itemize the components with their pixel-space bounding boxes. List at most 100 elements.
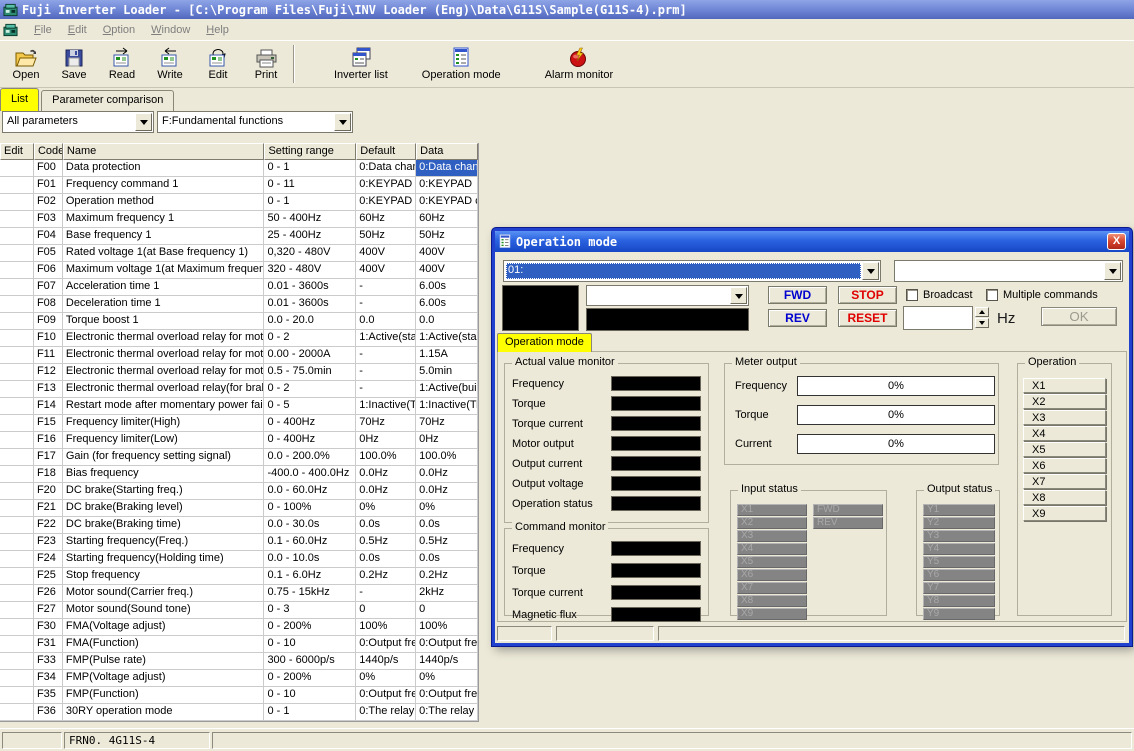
table-row[interactable]: F23 Starting frequency(Freq.) 0.1 - 60.0… [0, 534, 478, 551]
terminal-button[interactable]: X1 [1023, 378, 1106, 393]
table-row[interactable]: F35 FMP(Function) 0 - 10 0:Output fre 0:… [0, 687, 478, 704]
read-button[interactable]: Read [98, 42, 146, 86]
terminal-button[interactable]: X4 [1023, 426, 1106, 441]
parameter-filter-select[interactable]: All parameters [2, 111, 154, 133]
table-row[interactable]: F30 FMA(Voltage adjust) 0 - 200% 100% 10… [0, 619, 478, 636]
chevron-down-icon[interactable] [1104, 262, 1121, 280]
cell-data[interactable]: 0.0s [416, 551, 478, 568]
table-row[interactable]: F26 Motor sound(Carrier freq.) 0.75 - 15… [0, 585, 478, 602]
terminal-button[interactable]: X8 [1023, 490, 1106, 505]
cell-data[interactable]: 0Hz [416, 432, 478, 449]
function-group-select[interactable]: F:Fundamental functions [157, 111, 353, 133]
write-button[interactable]: Write [146, 42, 194, 86]
chevron-down-icon[interactable] [334, 113, 351, 131]
cell-data[interactable]: 1:Inactive(Tr [416, 398, 478, 415]
column-header-data[interactable]: Data [416, 143, 478, 160]
close-icon[interactable]: X [1107, 233, 1126, 250]
column-header-code[interactable]: Code [34, 143, 63, 160]
frequency-input[interactable] [903, 306, 973, 330]
cell-data[interactable]: 0:Data chan [416, 160, 478, 177]
stop-button[interactable]: STOP [838, 286, 897, 304]
tab-parameter-comparison[interactable]: Parameter comparison [41, 90, 174, 111]
menu-item[interactable]: Window [143, 22, 198, 38]
menu-item[interactable]: Help [198, 22, 237, 38]
table-row[interactable]: F01 Frequency command 1 0 - 11 0:KEYPAD … [0, 177, 478, 194]
inverter-list-button[interactable]: Inverter list [320, 42, 402, 86]
table-row[interactable]: F03 Maximum frequency 1 50 - 400Hz 60Hz … [0, 211, 478, 228]
table-row[interactable]: F16 Frequency limiter(Low) 0 - 400Hz 0Hz… [0, 432, 478, 449]
table-row[interactable]: F11 Electronic thermal overload relay fo… [0, 347, 478, 364]
table-row[interactable]: F25 Stop frequency 0.1 - 6.0Hz 0.2Hz 0.2… [0, 568, 478, 585]
table-row[interactable]: F27 Motor sound(Sound tone) 0 - 3 0 0 [0, 602, 478, 619]
secondary-select[interactable] [894, 260, 1123, 282]
cell-data[interactable]: 0.5Hz [416, 534, 478, 551]
tab-list[interactable]: List [0, 88, 39, 111]
broadcast-checkbox[interactable]: Broadcast [906, 288, 973, 301]
table-row[interactable]: F12 Electronic thermal overload relay fo… [0, 364, 478, 381]
fwd-button[interactable]: FWD [768, 286, 827, 304]
cell-data[interactable]: 6.00s [416, 296, 478, 313]
cell-data[interactable]: 100% [416, 619, 478, 636]
table-row[interactable]: F00 Data protection 0 - 1 0:Data chan 0:… [0, 160, 478, 177]
station-select[interactable]: 01: [503, 260, 881, 282]
table-row[interactable]: F05 Rated voltage 1(at Base frequency 1)… [0, 245, 478, 262]
cell-data[interactable]: 0.0s [416, 517, 478, 534]
terminal-button[interactable]: X5 [1023, 442, 1106, 457]
cell-data[interactable]: 0 [416, 602, 478, 619]
cell-data[interactable]: 0:Output fre [416, 687, 478, 704]
cell-data[interactable]: 100.0% [416, 449, 478, 466]
tab-operation-mode[interactable]: Operation mode [497, 333, 592, 352]
chevron-down-icon[interactable] [730, 287, 747, 304]
save-button[interactable]: Save [50, 42, 98, 86]
spin-up-icon[interactable] [975, 307, 989, 317]
menu-item[interactable]: Option [95, 22, 143, 38]
cell-data[interactable]: 0:KEYPAD c [416, 194, 478, 211]
menu-item[interactable]: Edit [60, 22, 95, 38]
table-row[interactable]: F09 Torque boost 1 0.0 - 20.0 0.0 0.0 [0, 313, 478, 330]
terminal-button[interactable]: X3 [1023, 410, 1106, 425]
column-header-edit[interactable]: Edit [0, 143, 34, 160]
terminal-button[interactable]: X2 [1023, 394, 1106, 409]
table-row[interactable]: F31 FMA(Function) 0 - 10 0:Output fre 0:… [0, 636, 478, 653]
cell-data[interactable]: 1:Active(sta [416, 330, 478, 347]
terminal-button[interactable]: X9 [1023, 506, 1106, 521]
table-row[interactable]: F08 Deceleration time 1 0.01 - 3600s - 6… [0, 296, 478, 313]
cell-data[interactable]: 0.0 [416, 313, 478, 330]
cell-data[interactable]: 2kHz [416, 585, 478, 602]
cell-data[interactable]: 0% [416, 670, 478, 687]
monitor-item-select[interactable] [586, 285, 749, 306]
menu-item[interactable]: File [26, 22, 60, 38]
table-row[interactable]: F13 Electronic thermal overload relay(fo… [0, 381, 478, 398]
spin-down-icon[interactable] [975, 318, 989, 328]
cell-data[interactable]: 400V [416, 245, 478, 262]
table-row[interactable]: F10 Electronic thermal overload relay fo… [0, 330, 478, 347]
chevron-down-icon[interactable] [862, 262, 879, 280]
cell-data[interactable]: 0% [416, 500, 478, 517]
table-row[interactable]: F20 DC brake(Starting freq.) 0.0 - 60.0H… [0, 483, 478, 500]
cell-data[interactable]: 5.0min [416, 364, 478, 381]
column-header-name[interactable]: Name [63, 143, 265, 160]
terminal-button[interactable]: X7 [1023, 474, 1106, 489]
table-row[interactable]: F24 Starting frequency(Holding time) 0.0… [0, 551, 478, 568]
cell-data[interactable]: 0.0Hz [416, 466, 478, 483]
cell-data[interactable]: 1.15A [416, 347, 478, 364]
cell-data[interactable]: 0:Output fre [416, 636, 478, 653]
table-row[interactable]: F02 Operation method 0 - 1 0:KEYPAD c 0:… [0, 194, 478, 211]
table-row[interactable]: F06 Maximum voltage 1(at Maximum frequen… [0, 262, 478, 279]
checkbox-icon[interactable] [906, 289, 918, 301]
table-row[interactable]: F04 Base frequency 1 25 - 400Hz 50Hz 50H… [0, 228, 478, 245]
alarm-monitor-button[interactable]: Alarm monitor [531, 42, 627, 86]
cell-data[interactable]: 50Hz [416, 228, 478, 245]
checkbox-icon[interactable] [986, 289, 998, 301]
dialog-title-bar[interactable]: Operation mode X [495, 231, 1129, 252]
cell-data[interactable]: 70Hz [416, 415, 478, 432]
chevron-down-icon[interactable] [135, 113, 152, 131]
reset-button[interactable]: RESET [838, 309, 897, 327]
cell-data[interactable]: 0:KEYPAD [416, 177, 478, 194]
table-row[interactable]: F18 Bias frequency -400.0 - 400.0Hz 0.0H… [0, 466, 478, 483]
document-icon[interactable] [3, 23, 18, 37]
open-button[interactable]: Open [2, 42, 50, 86]
table-row[interactable]: F22 DC brake(Braking time) 0.0 - 30.0s 0… [0, 517, 478, 534]
cell-data[interactable]: 6.00s [416, 279, 478, 296]
ok-button[interactable]: OK [1041, 307, 1117, 326]
